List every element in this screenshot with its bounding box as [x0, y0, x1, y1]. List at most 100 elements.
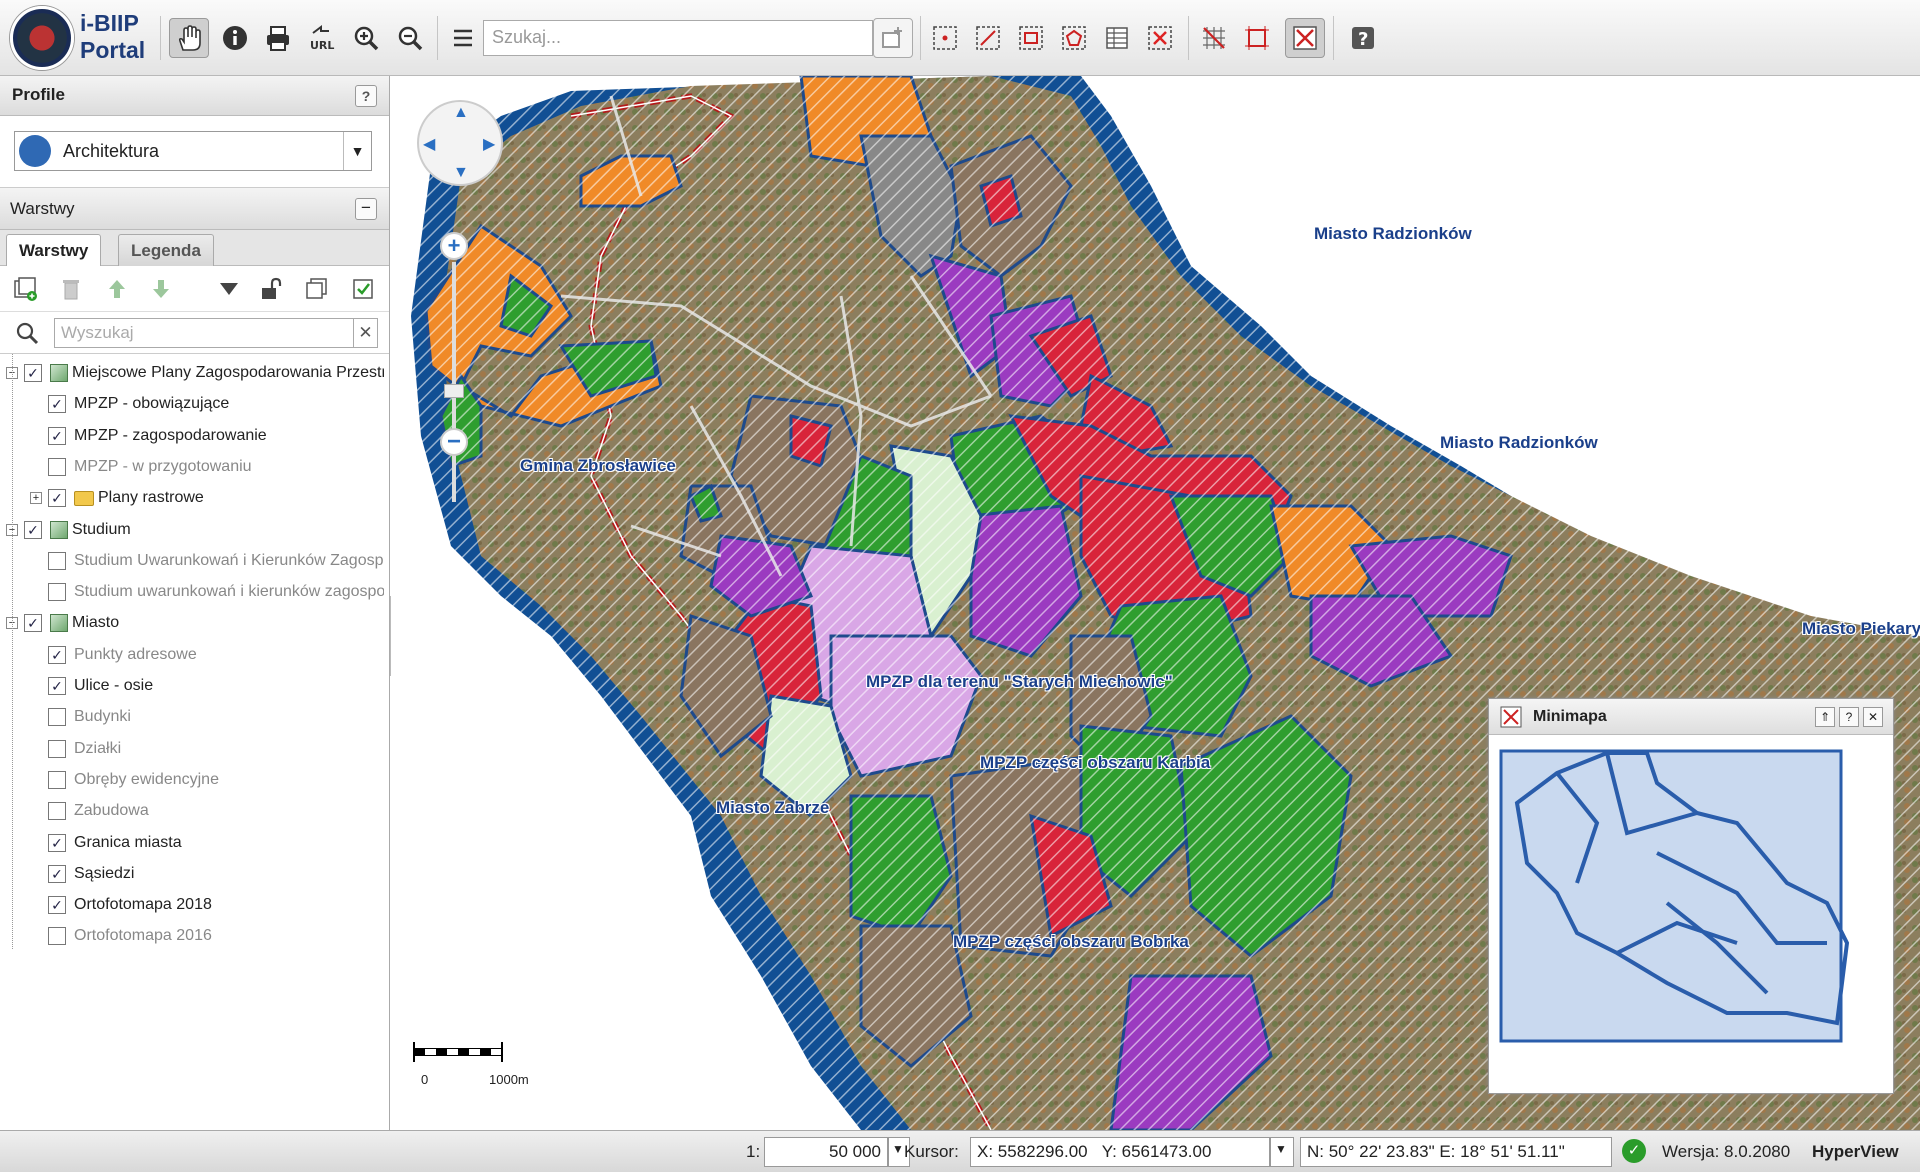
layer-group-icon: [50, 520, 68, 539]
layer-checkbox[interactable]: ✓: [48, 896, 66, 915]
coord-system-chevron-down-icon[interactable]: ▼: [1270, 1137, 1294, 1167]
layer-tree-item[interactable]: ✓ Ulice - osie: [0, 673, 388, 701]
layer-checkbox[interactable]: [48, 770, 66, 789]
pan-navigation[interactable]: ▲ ▼ ◀ ▶: [417, 100, 503, 186]
minimap-toggle[interactable]: [1285, 18, 1325, 58]
select-point-icon: [933, 26, 957, 50]
layer-tree-item[interactable]: Zabudowa: [0, 798, 388, 826]
layer-tree-item[interactable]: MPZP - w przygotowaniu: [0, 454, 388, 482]
layer-tree-item[interactable]: Działki: [0, 736, 388, 764]
search-input[interactable]: Szukaj...: [483, 20, 873, 56]
map-label-neighbor: Miasto Radzionków: [1440, 433, 1598, 452]
layer-label: Punkty adresowe: [74, 645, 197, 663]
zoom-slider-track[interactable]: [452, 262, 456, 502]
layer-checkbox[interactable]: [48, 551, 66, 570]
layer-tree-item[interactable]: Ortofotomapa 2016: [0, 923, 388, 951]
print-tool[interactable]: [258, 18, 298, 58]
layer-tree-item[interactable]: − ✓ Studium: [0, 517, 388, 545]
info-tool[interactable]: [215, 18, 255, 58]
profile-help-button[interactable]: ?: [355, 85, 377, 107]
layer-checkbox[interactable]: ✓: [24, 614, 42, 633]
extent-tool[interactable]: [1237, 18, 1277, 58]
layer-tree-item[interactable]: ✓ Ortofotomapa 2018: [0, 892, 388, 920]
layer-tree-item[interactable]: Obręby ewidencyjne: [0, 767, 388, 795]
layer-tree-item[interactable]: ✓ MPZP - zagospodarowanie: [0, 423, 388, 451]
layer-tree-item[interactable]: − ✓ Miasto: [0, 610, 388, 638]
minimap-close-button[interactable]: ✕: [1863, 707, 1883, 727]
layer-checkbox[interactable]: [48, 457, 66, 476]
pan-hand-tool[interactable]: [169, 18, 209, 58]
minimap-help-button[interactable]: ?: [1839, 707, 1859, 727]
check-all-icon[interactable]: [350, 276, 376, 302]
layer-tree-item[interactable]: Budynki: [0, 704, 388, 732]
measure-tool[interactable]: [1194, 18, 1234, 58]
collapse-all-icon[interactable]: [304, 276, 330, 302]
expand-toggle[interactable]: +: [30, 492, 42, 505]
toolbar-separator: [437, 16, 438, 60]
select-polygon-tool[interactable]: [1054, 18, 1094, 58]
zoom-in-tool[interactable]: [346, 18, 386, 58]
cursor-x-value: X: 5582296.00: [977, 1142, 1088, 1161]
scale-input[interactable]: 50 000: [764, 1137, 888, 1167]
layer-checkbox[interactable]: ✓: [48, 677, 66, 695]
layer-checkbox[interactable]: ✓: [48, 833, 66, 852]
layer-tree-item[interactable]: ✓ Granica miasta: [0, 830, 388, 858]
zoom-in-button[interactable]: +: [440, 232, 468, 260]
layer-checkbox[interactable]: ✓: [48, 426, 66, 445]
collapse-button[interactable]: −: [355, 198, 377, 220]
tab-legend[interactable]: Legenda: [118, 234, 214, 266]
minimap-collapse-button[interactable]: ⇑: [1815, 707, 1835, 727]
delete-layer-icon[interactable]: [58, 276, 84, 302]
menu-button[interactable]: [443, 18, 483, 58]
pan-up-arrow-icon[interactable]: ▲: [453, 104, 469, 122]
tree-guide-line: [12, 354, 13, 949]
layer-checkbox[interactable]: [48, 927, 66, 946]
layer-search-input[interactable]: Wyszukaj: [54, 318, 354, 348]
select-point-tool[interactable]: [925, 18, 965, 58]
pan-right-arrow-icon[interactable]: ▶: [483, 134, 495, 154]
select-polygon-icon: [1062, 26, 1086, 50]
zoom-out-tool[interactable]: [390, 18, 430, 58]
layer-tree-item[interactable]: Studium uwarunkowań i kierunków zagospod…: [0, 579, 388, 607]
pan-down-arrow-icon[interactable]: ▼: [453, 164, 469, 182]
layer-tree-item[interactable]: − ✓ Miejscowe Plany Zagospodarowania Przes…: [0, 360, 388, 388]
tab-layers[interactable]: Warstwy: [6, 234, 102, 266]
layer-checkbox[interactable]: [48, 583, 66, 602]
help-button[interactable]: ?: [1343, 18, 1383, 58]
add-layer-icon[interactable]: [12, 276, 38, 302]
layer-checkbox[interactable]: ✓: [24, 520, 42, 539]
unlock-icon[interactable]: [258, 276, 284, 302]
layer-tree-item[interactable]: ✓ Punkty adresowe: [0, 642, 388, 670]
layer-checkbox[interactable]: ✓: [48, 395, 66, 414]
layer-label: Studium Uwarunkowań i Kierunków Zagospod…: [74, 551, 384, 569]
zoom-out-button[interactable]: −: [440, 428, 468, 456]
layer-checkbox[interactable]: [48, 708, 66, 727]
map-label-plan: MPZP części obszaru Karbia: [980, 753, 1211, 772]
add-search-icon: [882, 27, 902, 48]
layer-checkbox[interactable]: ✓: [24, 364, 42, 382]
layer-checkbox[interactable]: [48, 802, 66, 821]
zoom-slider-handle[interactable]: [444, 384, 464, 398]
filter-icon[interactable]: [216, 276, 242, 302]
select-line-tool[interactable]: [968, 18, 1008, 58]
clear-selection-tool[interactable]: [1140, 18, 1180, 58]
search-button[interactable]: [873, 18, 913, 58]
profile-select[interactable]: Architektura ▼: [14, 131, 372, 171]
layer-tree-item[interactable]: ✓ MPZP - obowiązujące: [0, 391, 388, 419]
layer-checkbox[interactable]: [48, 739, 66, 758]
layer-tree-item[interactable]: Studium Uwarunkowań i Kierunków Zagospod…: [0, 548, 388, 576]
layer-checkbox[interactable]: ✓: [48, 864, 66, 883]
layer-checkbox[interactable]: ✓: [48, 489, 66, 508]
attribute-table-tool[interactable]: [1097, 18, 1137, 58]
layer-tree-item[interactable]: + ✓ Plany rastrowe: [0, 485, 388, 513]
minimap-canvas[interactable]: [1497, 743, 1887, 1083]
arrow-down-icon[interactable]: [148, 276, 174, 302]
layer-search-clear[interactable]: ✕: [354, 318, 378, 348]
url-link-tool[interactable]: URL: [302, 18, 342, 58]
layer-checkbox[interactable]: ✓: [48, 645, 66, 664]
layer-tree-item[interactable]: ✓ Sąsiedzi: [0, 861, 388, 889]
pan-left-arrow-icon[interactable]: ◀: [423, 134, 435, 154]
select-rectangle-tool[interactable]: [1011, 18, 1051, 58]
chevron-down-icon[interactable]: ▼: [343, 132, 371, 170]
arrow-up-icon[interactable]: [104, 276, 130, 302]
